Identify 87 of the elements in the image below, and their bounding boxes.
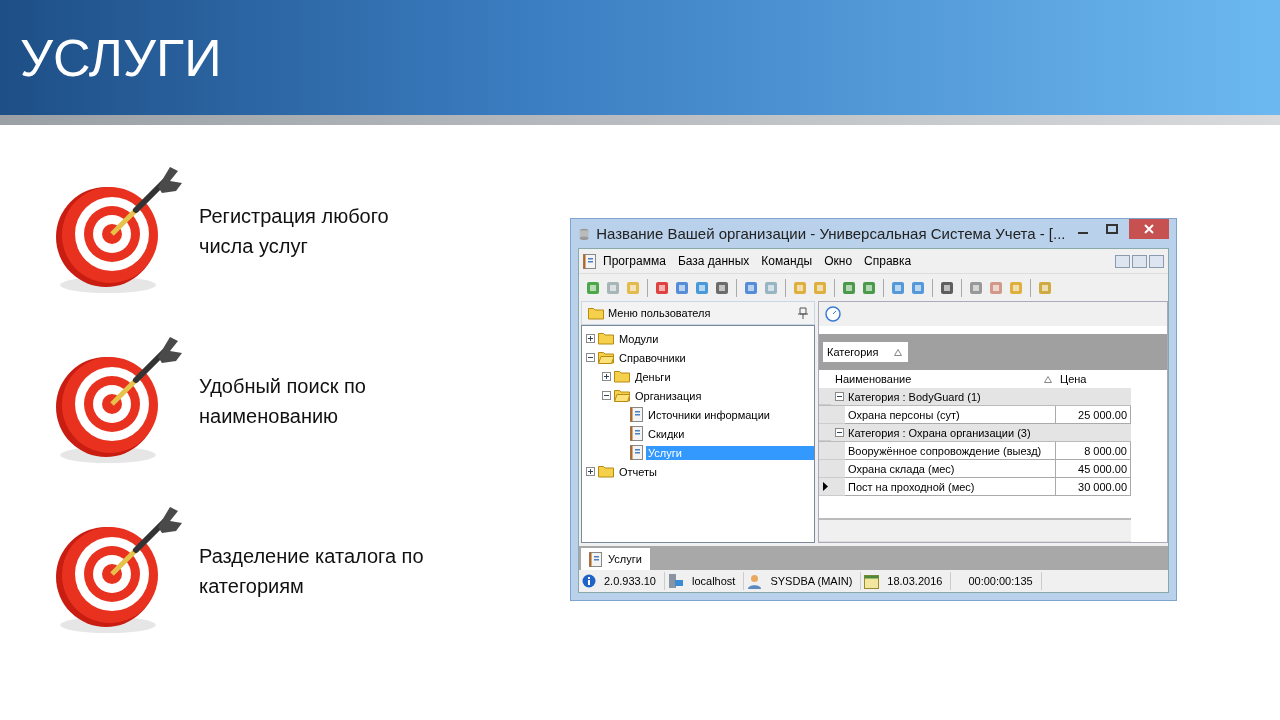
pin-icon[interactable] xyxy=(798,307,808,319)
toolbar-icon[interactable] xyxy=(654,279,670,296)
table-cell: Охрана склада (мес) xyxy=(845,460,1056,478)
close-button[interactable] xyxy=(1128,219,1169,239)
slide-title: УСЛУГИ xyxy=(20,27,222,88)
table-cell: Вооружённое сопровождение (выезд) xyxy=(845,442,1056,460)
expand-icon[interactable] xyxy=(586,334,595,343)
toolbar-icon[interactable] xyxy=(674,279,690,296)
tree-item[interactable]: Отчеты xyxy=(617,464,660,479)
folder-icon xyxy=(598,351,614,364)
folder-icon xyxy=(614,389,630,402)
toolbar-icon[interactable] xyxy=(585,279,601,296)
group-indent xyxy=(831,460,845,478)
document-icon xyxy=(589,551,602,567)
tree-item[interactable]: Модули xyxy=(617,331,661,346)
feature-text: Разделение каталога по категориям xyxy=(199,544,424,599)
toolbar-icon[interactable] xyxy=(968,279,984,296)
window-title: Название Вашей организации - Универсальная Система Учета - [... xyxy=(596,225,1066,242)
document-icon xyxy=(630,407,643,422)
user-icon xyxy=(747,573,763,589)
group-indent xyxy=(831,406,845,424)
feature-text: Регистрация любого числа услуг xyxy=(199,204,389,259)
document-icon xyxy=(630,445,643,460)
tree-item[interactable]: Скидки xyxy=(646,426,687,441)
toolbar-icon[interactable] xyxy=(939,279,955,296)
collapse-icon[interactable] xyxy=(602,391,611,400)
panel-title: Меню пользователя xyxy=(608,307,712,319)
document-icon xyxy=(583,253,596,269)
tree-item[interactable]: Источники информации xyxy=(646,407,772,422)
toolbar-icon[interactable] xyxy=(890,279,906,296)
folder-icon xyxy=(598,465,614,478)
close-icon xyxy=(1143,224,1154,234)
app-icon xyxy=(578,226,591,241)
tab[interactable]: Услуги xyxy=(581,548,650,570)
server-icon xyxy=(668,573,684,589)
table-cell: Пост на проходной (мес) xyxy=(845,478,1056,496)
group-row[interactable]: Категория : BodyGuard (1) xyxy=(819,388,1131,406)
group-row[interactable]: Категория : Охрана организации (3) xyxy=(819,424,1131,442)
sort-icon[interactable] xyxy=(894,348,903,356)
feature-text: Удобный поиск по наименованию xyxy=(199,374,366,429)
menu-item[interactable]: Окно xyxy=(819,252,858,270)
group-label: Категория : BodyGuard (1) xyxy=(848,390,981,403)
row-indicator[interactable] xyxy=(819,478,831,496)
mdi-minimize-button[interactable] xyxy=(1115,254,1130,268)
status-text: 2.0.933.10 xyxy=(604,575,656,587)
folder-icon xyxy=(588,306,604,320)
folder-icon xyxy=(598,332,614,345)
table-cell: 30 000.00 xyxy=(1056,478,1131,496)
tree-item[interactable]: Деньги xyxy=(633,369,673,384)
status-text: 18.03.2016 xyxy=(887,575,943,587)
collapse-icon[interactable] xyxy=(835,392,844,401)
menu-item[interactable]: Команды xyxy=(756,252,818,270)
toolbar-icon[interactable] xyxy=(841,279,857,296)
expand-icon[interactable] xyxy=(586,467,595,476)
toolbar-icon[interactable] xyxy=(910,279,926,296)
current-row-icon xyxy=(822,482,828,491)
calendar-icon xyxy=(864,573,880,589)
toolbar-icon[interactable] xyxy=(743,279,759,296)
group-indent xyxy=(831,478,845,496)
toolbar-icon[interactable] xyxy=(714,279,730,296)
maximize-icon xyxy=(1105,224,1118,234)
table-cell: 8 000.00 xyxy=(1056,442,1131,460)
clock-icon[interactable] xyxy=(825,306,841,322)
menu-item[interactable]: База данных xyxy=(672,252,755,270)
status-text: 00:00:00:135 xyxy=(967,575,1033,587)
mdi-restore-button[interactable] xyxy=(1132,254,1147,268)
expand-icon[interactable] xyxy=(602,372,611,381)
group-indent xyxy=(831,442,845,460)
info-icon xyxy=(582,574,596,588)
status-text: SYSDBA (MAIN) xyxy=(770,575,853,587)
group-label: Категория : Охрана организации (3) xyxy=(848,426,1031,439)
group-by-chip[interactable]: Категория xyxy=(823,342,909,362)
menu-item[interactable]: Справка xyxy=(859,252,917,270)
toolbar-icon[interactable] xyxy=(861,279,877,296)
tree-item[interactable]: Организация xyxy=(633,388,704,403)
toolbar-icon[interactable] xyxy=(694,279,710,296)
minimize-icon xyxy=(1077,232,1088,234)
tree-item[interactable]: Справочники xyxy=(617,350,688,365)
mdi-close-button[interactable] xyxy=(1149,254,1164,268)
menu-item[interactable]: Программа xyxy=(598,252,671,270)
collapse-icon[interactable] xyxy=(586,353,595,362)
collapse-icon[interactable] xyxy=(835,428,844,437)
folder-icon xyxy=(614,370,630,383)
status-text: localhost xyxy=(692,575,736,587)
table-cell: 45 000.00 xyxy=(1056,460,1131,478)
document-icon xyxy=(630,426,643,441)
sort-icon[interactable] xyxy=(1044,375,1052,383)
